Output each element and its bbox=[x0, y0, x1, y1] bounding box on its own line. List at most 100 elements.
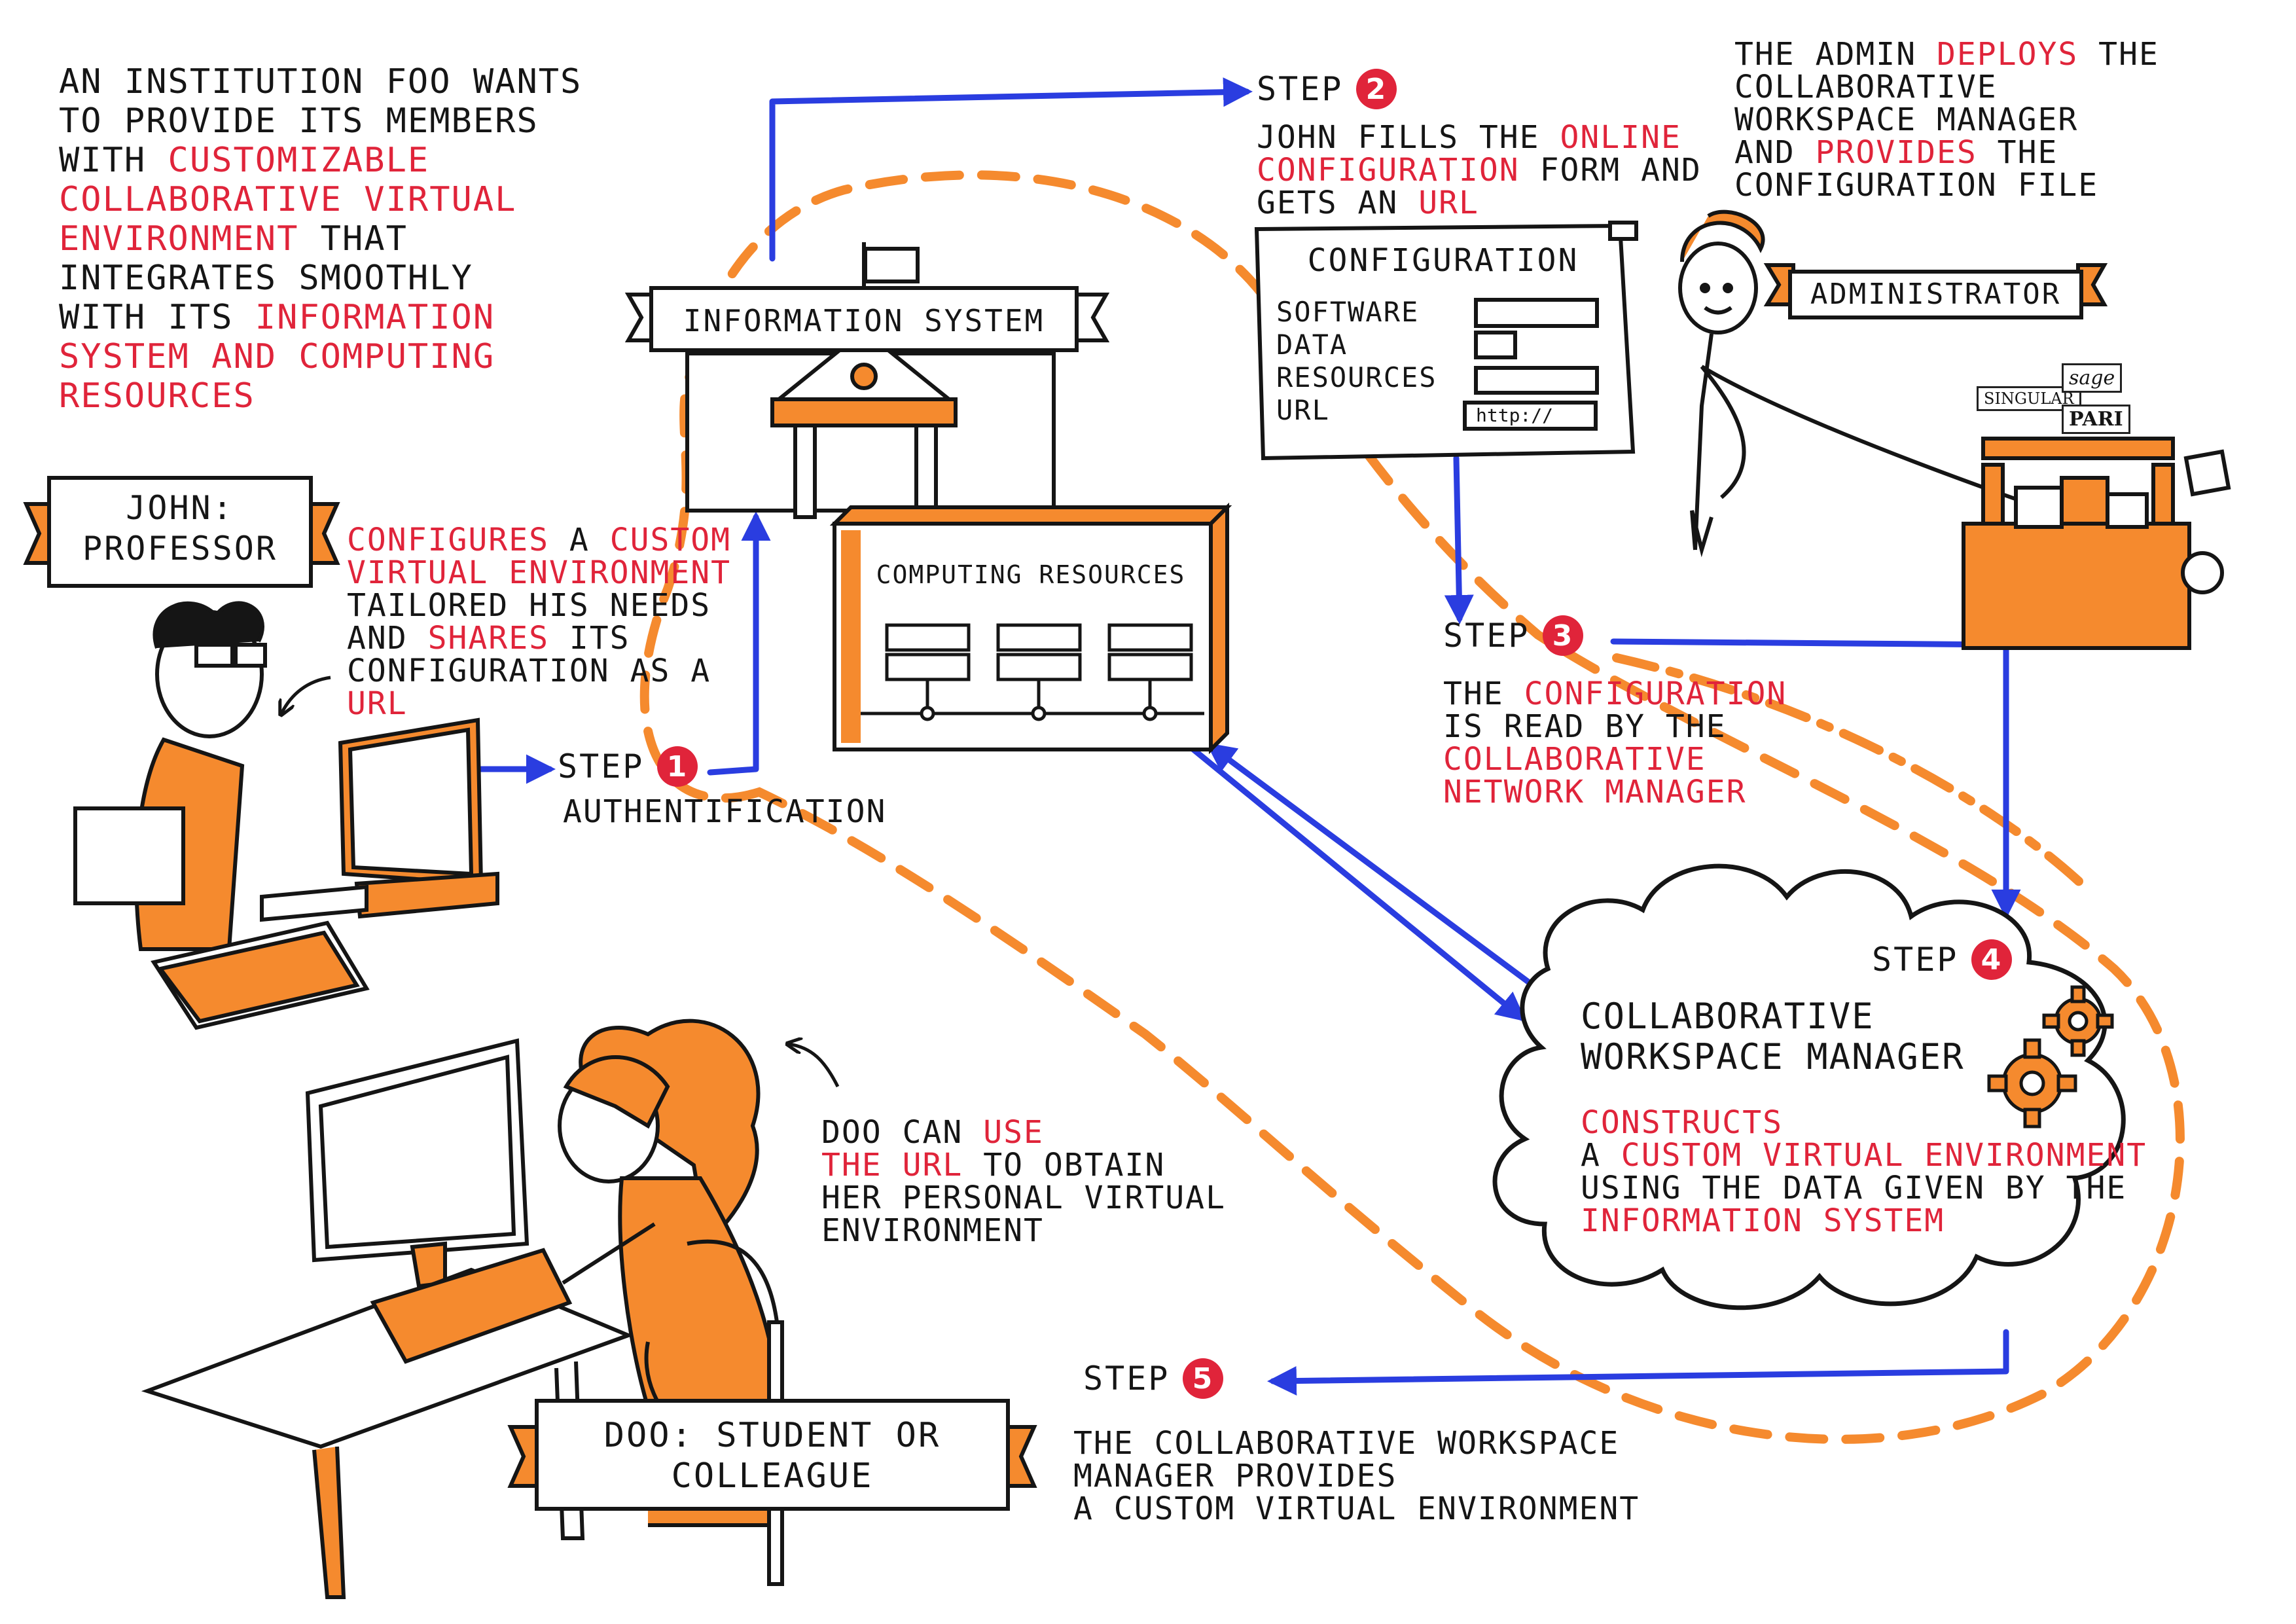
text-span: THE COLLABORATIVE WORKSPACE bbox=[1073, 1425, 1620, 1462]
highlight-text: THE URL bbox=[821, 1147, 963, 1183]
text-line: COLLABORATIVE bbox=[1734, 71, 2159, 103]
text-line: ENVIRONMENT bbox=[821, 1214, 1226, 1247]
form-field-label: DATA bbox=[1276, 329, 1348, 361]
text-span: FORM AND bbox=[1519, 152, 1702, 189]
text-line: NETWORK MANAGER bbox=[1443, 776, 1787, 808]
step-1-word: STEP bbox=[558, 748, 645, 785]
information-system-label: INFORMATION SYSTEM bbox=[683, 303, 1045, 338]
intro-text: AN INSTITUTION FOO WANTS TO PROVIDE ITS M… bbox=[59, 62, 582, 416]
highlight-text: PROVIDES bbox=[1815, 134, 1977, 171]
step-1-description: AUTHENTIFICATION bbox=[563, 793, 887, 830]
text-span: JOHN FILLS THE bbox=[1257, 119, 1560, 156]
text-line: JOHN FILLS THE ONLINE bbox=[1257, 121, 1702, 154]
text-line: INTEGRATES SMOOTHLY bbox=[59, 259, 582, 298]
text-line: VIRTUAL ENVIRONMENT bbox=[347, 556, 731, 589]
step-1-heading: STEP 1 bbox=[558, 746, 698, 787]
text-span: THE bbox=[1977, 134, 2058, 171]
highlight-text: CONFIGURATION bbox=[1524, 676, 1787, 712]
highlight-text: INFORMATION bbox=[255, 298, 495, 337]
text-line: A CUSTOM VIRTUAL ENVIRONMENT bbox=[1073, 1492, 1640, 1525]
john-label: JOHN: PROFESSOR bbox=[82, 489, 278, 568]
text-line: COLLABORATIVE VIRTUAL bbox=[59, 180, 582, 219]
text-span: A CUSTOM VIRTUAL ENVIRONMENT bbox=[1073, 1490, 1640, 1527]
highlight-text: NETWORK MANAGER bbox=[1443, 774, 1747, 810]
step-5-badge: 5 bbox=[1183, 1358, 1224, 1399]
form-field-label: SOFTWARE bbox=[1276, 296, 1420, 328]
text-line: ENVIRONMENT THAT bbox=[59, 219, 582, 259]
text-span: IS READ BY THE bbox=[1443, 708, 1727, 745]
text-line: TO PROVIDE ITS MEMBERS bbox=[59, 101, 582, 141]
pari-logo: PARI bbox=[2062, 405, 2130, 434]
step-2-badge: 2 bbox=[1356, 69, 1397, 109]
highlight-text: CONSTRUCTS bbox=[1581, 1104, 1783, 1141]
text-span: CONFIGURATION AS A bbox=[347, 653, 711, 689]
text-span: A bbox=[1581, 1137, 1621, 1174]
text-span: THE bbox=[1443, 676, 1524, 712]
text-line: WORKSPACE MANAGER bbox=[1734, 103, 2159, 136]
john-description: CONFIGURES A CUSTOM VIRTUAL ENVIRONMENT TA… bbox=[347, 524, 731, 720]
computing-resources-label: COMPUTING RESOURCES bbox=[876, 560, 1186, 589]
arrow-cwm-to-step5 bbox=[1267, 1329, 2009, 1396]
arrow-to-doo bbox=[789, 1044, 840, 1088]
highlight-text: SYSTEM AND COMPUTING bbox=[59, 337, 495, 376]
highlight-text: CUSTOM bbox=[609, 522, 732, 558]
text-line: URL bbox=[347, 687, 731, 720]
doo-description: DOO CAN USE THE URL TO OBTAIN HER PERSONAL… bbox=[821, 1116, 1226, 1247]
configuration-form-title: CONFIGURATION bbox=[1307, 242, 1579, 279]
step-2-heading: STEP 2 bbox=[1257, 69, 1397, 109]
step-5-description: THE COLLABORATIVE WORKSPACE MANAGER PROVI… bbox=[1073, 1427, 1640, 1525]
highlight-text: VIRTUAL ENVIRONMENT bbox=[347, 554, 732, 591]
step-3-description: THE CONFIGURATION IS READ BY THE COLLABORA… bbox=[1443, 677, 1787, 808]
text-line: THE URL TO OBTAIN bbox=[821, 1149, 1226, 1182]
highlight-text: DEPLOYS bbox=[1936, 36, 2079, 73]
highlight-text: COLLABORATIVE bbox=[1443, 741, 1706, 778]
cwm-description: CONSTRUCTS A CUSTOM VIRTUAL ENVIRONMENT US… bbox=[1581, 1106, 2147, 1237]
text-span: DOO CAN bbox=[821, 1114, 984, 1151]
highlight-text: URL bbox=[1418, 185, 1479, 221]
arrow-config-to-step3 bbox=[1444, 455, 1474, 624]
text-span: AND bbox=[1734, 134, 1816, 171]
configuration-url-value: http:// bbox=[1476, 405, 1554, 426]
text-span: THE bbox=[2078, 36, 2159, 73]
step-3-badge: 3 bbox=[1543, 615, 1584, 656]
text-span: WITH ITS bbox=[59, 298, 255, 337]
text-line: A CUSTOM VIRTUAL ENVIRONMENT bbox=[1581, 1139, 2147, 1172]
text-line: CONFIGURATION AS A bbox=[347, 655, 731, 687]
text-line: CONFIGURES A CUSTOM bbox=[347, 524, 731, 556]
highlight-text: CUSTOMIZABLE bbox=[168, 141, 430, 180]
text-span: USING THE DATA GIVEN BY THE bbox=[1581, 1170, 2127, 1206]
configuration-form-fields: SOFTWARE DATA RESOURCES URL bbox=[1276, 296, 1437, 427]
text-span: AND bbox=[347, 620, 428, 657]
highlight-text: CUSTOM VIRTUAL ENVIRONMENT bbox=[1621, 1137, 2147, 1174]
text-line: IS READ BY THE bbox=[1443, 710, 1787, 743]
text-span: GETS AN bbox=[1257, 185, 1419, 221]
text-span: A bbox=[548, 522, 610, 558]
text-line: AND PROVIDES THE bbox=[1734, 136, 2159, 169]
text-line: WITH ITS INFORMATION bbox=[59, 298, 582, 337]
step-2-description: JOHN FILLS THE ONLINE CONFIGURATION FORM … bbox=[1257, 121, 1702, 219]
toolbox bbox=[1962, 437, 2231, 650]
step-4-heading: STEP 4 bbox=[1872, 939, 2013, 980]
text-span: WITH bbox=[59, 141, 168, 180]
text-span: MANAGER PROVIDES bbox=[1073, 1458, 1397, 1494]
sage-logo: sage bbox=[2062, 363, 2123, 393]
text-line: TAILORED HIS NEEDS bbox=[347, 589, 731, 622]
administrator-label: ADMINISTRATOR bbox=[1810, 278, 2062, 311]
text-span: WORKSPACE MANAGER bbox=[1734, 101, 2079, 138]
text-line: HER PERSONAL VIRTUAL bbox=[821, 1182, 1226, 1214]
step-1-badge: 1 bbox=[657, 746, 698, 787]
text-span: THAT bbox=[298, 219, 408, 259]
text-span: TO PROVIDE ITS MEMBERS bbox=[59, 101, 539, 141]
text-line: DOO CAN USE bbox=[821, 1116, 1226, 1149]
text-span: TO OBTAIN bbox=[963, 1147, 1166, 1183]
highlight-text: CONFIGURES bbox=[347, 522, 549, 558]
step-5-word: STEP bbox=[1083, 1360, 1170, 1398]
text-span: CONFIGURATION FILE bbox=[1734, 167, 2099, 204]
text-span: INTEGRATES SMOOTHLY bbox=[59, 259, 473, 298]
text-line: COLLABORATIVE bbox=[1443, 743, 1787, 776]
step-2-word: STEP bbox=[1257, 70, 1344, 108]
text-span: ITS bbox=[548, 620, 630, 657]
highlight-text: INFORMATION SYSTEM bbox=[1581, 1202, 1945, 1239]
text-line: THE CONFIGURATION bbox=[1443, 677, 1787, 710]
text-span: HER PERSONAL VIRTUAL bbox=[821, 1180, 1226, 1216]
